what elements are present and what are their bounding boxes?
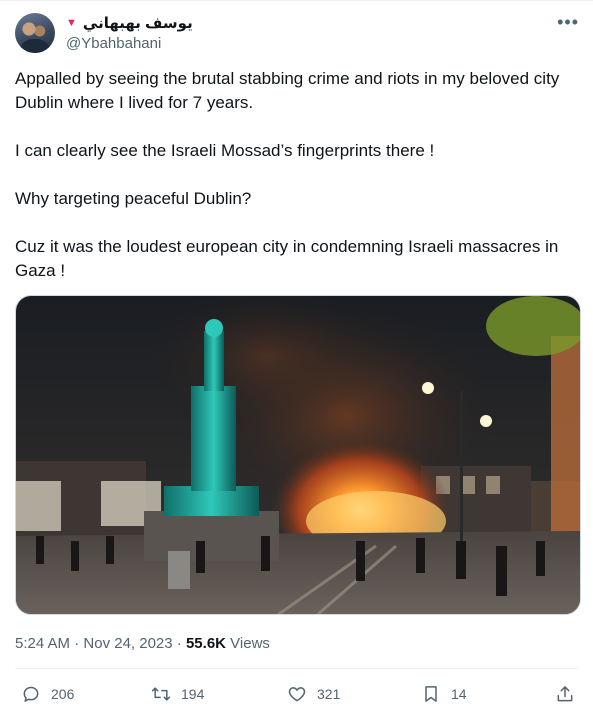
retweet-button[interactable]: 194 xyxy=(151,679,204,709)
divider xyxy=(15,668,578,669)
share-icon xyxy=(557,686,573,702)
like-heart-icon xyxy=(288,687,306,702)
tweet-paragraph: Appalled by seeing the brutal stabbing c… xyxy=(15,69,560,112)
retweet-count: 194 xyxy=(181,686,205,702)
display-name[interactable]: يوسف بهبهاني xyxy=(83,14,193,32)
more-options-icon[interactable]: ••• xyxy=(557,13,579,31)
bookmark-icon xyxy=(425,686,437,702)
bookmark-button[interactable]: 14 xyxy=(421,679,467,709)
tweet-paragraph: Cuz it was the loudest european city in … xyxy=(15,237,559,280)
reply-count: 206 xyxy=(51,686,75,702)
tweet-date[interactable]: Nov 24, 2023 xyxy=(83,635,172,652)
like-count: 321 xyxy=(317,686,341,702)
user-handle[interactable]: @Ybahbahani xyxy=(66,35,161,52)
retweet-icon xyxy=(151,687,171,701)
tweet-paragraph: Why targeting peaceful Dublin? xyxy=(15,189,252,208)
bookmark-count: 14 xyxy=(451,686,467,702)
action-bar: 206 194 321 14 xyxy=(0,679,593,709)
author-name-row[interactable]: ▼ يوسف بهبهاني xyxy=(66,13,193,33)
heart-icon: ▼ xyxy=(66,17,77,29)
tweet-paragraph: I can clearly see the Israeli Mossad’s f… xyxy=(15,141,435,160)
photo-dublin-riot-scene xyxy=(16,296,580,614)
meta-separator: · xyxy=(176,635,182,652)
views-count: 55.6K xyxy=(185,635,226,652)
tweet-time[interactable]: 5:24 AM xyxy=(15,635,70,652)
tweet-photo[interactable] xyxy=(15,295,581,615)
tweet-meta: 5:24 AM · Nov 24, 2023 · 55.6K Views xyxy=(15,635,270,652)
avatar[interactable] xyxy=(15,13,55,53)
share-button[interactable] xyxy=(555,679,585,709)
tweet-text: Appalled by seeing the brutal stabbing c… xyxy=(15,67,577,283)
reply-button[interactable]: 206 xyxy=(21,679,74,709)
like-button[interactable]: 321 xyxy=(287,679,340,709)
views-label: Views xyxy=(230,635,270,652)
reply-icon xyxy=(23,686,39,702)
meta-separator: · xyxy=(74,635,80,652)
tweet-card: ▼ يوسف بهبهاني @Ybahbahani ••• Appalled … xyxy=(0,0,593,713)
